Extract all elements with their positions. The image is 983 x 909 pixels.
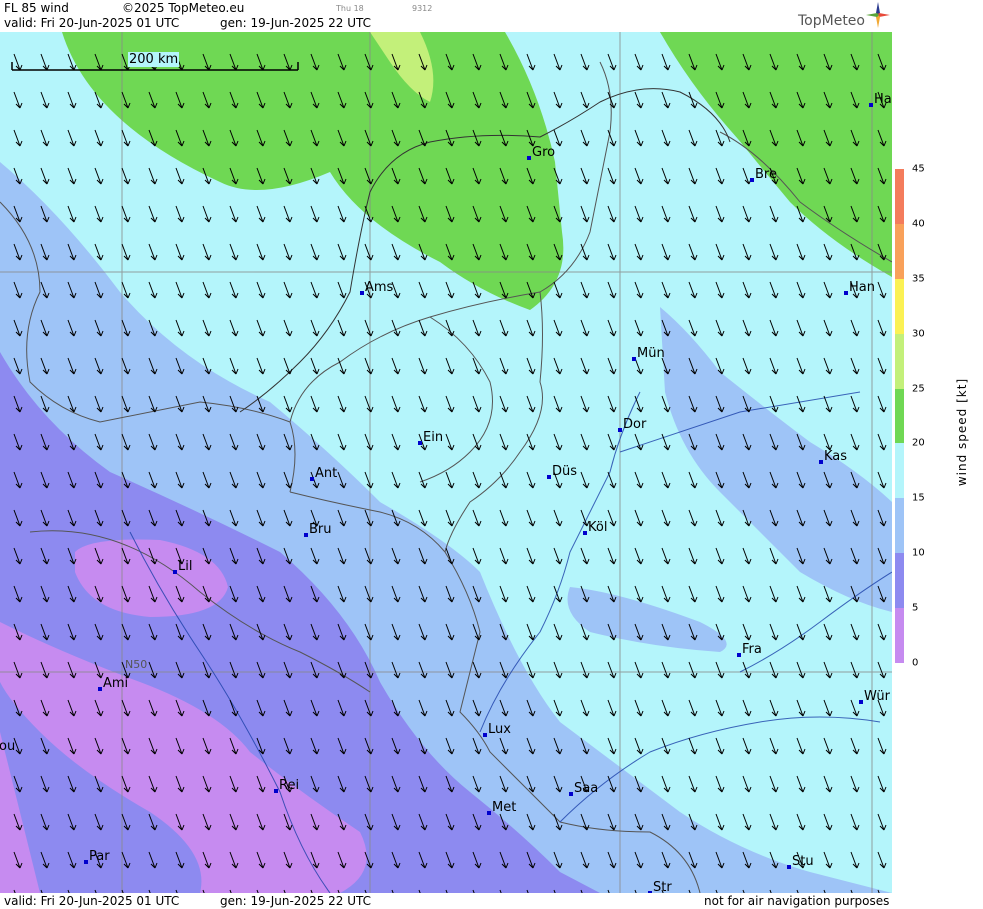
city-marker-saarbruecken [569,792,573,796]
legend-title: wind speed [kt] [955,377,969,487]
city-marker-koeln [583,531,587,535]
city-marker-dortmund [618,428,622,432]
legend-tick: 0 [912,657,919,669]
city-marker-kassel [819,460,823,464]
city-label-rouen-partial: ou [0,739,16,754]
city-label-metz: Met [492,800,517,815]
city-label-strasbourg: Str [653,880,672,893]
generated-time: gen: 19-Jun-2025 22 UTC [220,16,372,30]
city-label-kassel: Kas [824,449,848,464]
city-marker-wuerzburg [859,700,863,704]
disclaimer-text: not for air navigation purposes [704,894,890,908]
city-label-reims: Rei [279,778,300,793]
scale-bar-label: 200 km [128,52,180,67]
legend-tick: 20 [912,437,925,449]
legend-band-15-20 [895,443,904,499]
legend-band-30-35 [895,278,904,335]
city-marker-muenster [632,357,636,361]
city-marker-amsterdam [360,291,364,295]
legend-band-35-40 [895,223,904,280]
city-marker-groningen [527,156,531,160]
wind-map[interactable]: 200 km N50 Ha Gro Bre Ams Han Mün Ein Dor Kas Ant… [0,32,892,893]
product-title: FL 85 wind [4,1,69,15]
city-marker-bremen [750,178,754,182]
legend-band-0-5 [895,608,904,664]
city-label-koeln: Köl [588,520,608,535]
copyright-text: ©2025 TopMeteo.eu [122,1,245,15]
city-label-muenster: Mün [637,346,665,361]
city-label-luxembourg: Lux [488,722,511,737]
city-marker-luxembourg [483,733,487,737]
city-label-wuerzburg: Wür [864,689,890,704]
legend-tick: 15 [912,492,925,504]
city-label-frankfurt: Fra [742,642,762,657]
compass-logo-icon [866,2,890,28]
city-label-duesseldorf: Düs [552,464,578,479]
legend-tick: 30 [912,328,925,340]
city-label-hamburg: Ha [874,92,892,107]
city-marker-hamburg [869,103,873,107]
legend-band-20-25 [895,388,904,444]
small-code: 9312 [412,4,433,13]
brand-name: TopMeteo [798,13,865,29]
city-marker-frankfurt [737,653,741,657]
legend-tick: 35 [912,273,925,285]
wind-speed-legend: 45 40 35 30 25 20 15 10 5 0 wind speed [kt] [892,0,983,909]
city-label-eindhoven: Ein [423,430,444,445]
legend-tick: 45 [912,163,925,175]
footer-generated-time: gen: 19-Jun-2025 22 UTC [220,894,372,908]
small-date: Thu 18 [336,4,364,13]
header-bar: FL 85 wind ©2025 TopMeteo.eu Thu 18 9312… [0,0,892,32]
city-label-amsterdam: Ams [365,280,394,295]
city-label-paris: Par [89,849,110,864]
legend-tick: 40 [912,218,925,230]
city-label-bruxelles: Bru [309,522,332,537]
city-marker-stuttgart [787,865,791,869]
city-label-bremen: Bre [755,167,777,182]
city-marker-reims [274,789,278,793]
legend-band-40-45 [895,169,904,225]
city-label-dortmund: Dor [623,417,647,432]
city-label-groningen: Gro [532,145,556,160]
city-label-lille: Lil [178,559,193,574]
city-label-antwerpen: Ant [315,466,338,481]
city-label-saarbruecken: Saa [574,781,599,796]
city-marker-bruxelles [304,533,308,537]
city-marker-duesseldorf [547,475,551,479]
legend-tick: 25 [912,383,925,395]
legend-tick: 5 [912,602,919,614]
city-marker-lille [173,570,177,574]
city-label-stuttgart: Stu [792,854,814,869]
legend-band-5-10 [895,553,904,609]
city-marker-paris [84,860,88,864]
city-marker-hannover [844,291,848,295]
legend-band-25-30 [895,333,904,390]
city-marker-eindhoven [418,441,422,445]
legend-tick: 10 [912,547,925,559]
valid-time: valid: Fri 20-Jun-2025 01 UTC [4,16,180,30]
city-label-hannover: Han [849,280,875,295]
city-marker-amiens [98,687,102,691]
legend-band-10-15 [895,498,904,554]
latitude-label: N50 [125,658,148,671]
city-label-amiens: Ami [103,676,129,691]
city-marker-antwerpen [310,477,314,481]
city-marker-metz [487,811,491,815]
footer-bar: valid: Fri 20-Jun-2025 01 UTC gen: 19-Ju… [0,893,892,909]
footer-valid-time: valid: Fri 20-Jun-2025 01 UTC [4,894,180,908]
